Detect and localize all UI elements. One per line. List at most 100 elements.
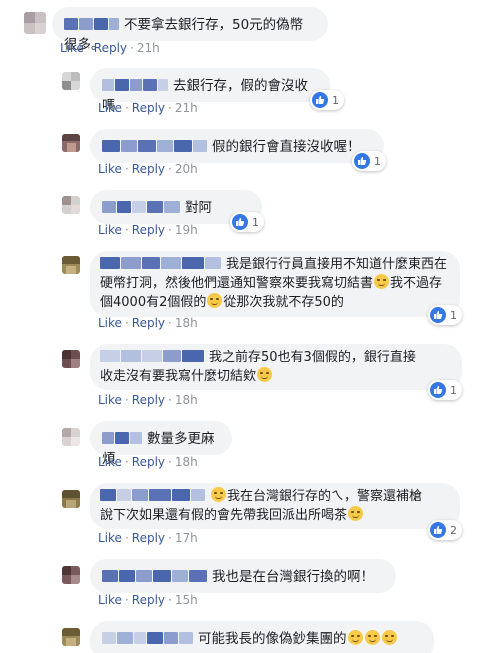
timestamp[interactable]: 15h bbox=[175, 593, 198, 607]
comment-bubble: 不要拿去銀行存，50元的偽幣很多。 bbox=[52, 7, 328, 53]
comment-bubble: 假的銀行會直接沒收喔！ bbox=[90, 129, 384, 163]
comment-text: 假的銀行會直接沒收喔！ bbox=[212, 139, 361, 155]
comment-text-line: 個4000有2個假的 bbox=[100, 295, 207, 310]
comment-text: 我也是在台灣銀行換的啊！ bbox=[212, 569, 374, 585]
commenter-name-blurred[interactable] bbox=[102, 568, 208, 582]
thumbs-up-icon bbox=[430, 522, 446, 538]
reaction-count: 1 bbox=[252, 215, 259, 229]
comment-bubble: 我是銀行行員直接用不知道什麼東西在 硬幣打洞，然後他們還通知警察來要我寫切結書 我… bbox=[90, 251, 460, 317]
comment-actions: Like · Reply · 15h bbox=[98, 593, 198, 607]
reply-link[interactable]: Reply bbox=[132, 593, 165, 607]
like-link[interactable]: Like bbox=[98, 393, 122, 407]
comment-actions: Like · Reply · 18h bbox=[98, 393, 198, 407]
comment-bubble: 去銀行存，假的會沒收嗎 bbox=[90, 68, 330, 114]
thumbs-up-icon bbox=[312, 92, 328, 108]
comment-text-line: 收走沒有要我寫什麼切結欸 bbox=[100, 369, 257, 384]
reaction-summary[interactable]: 1 bbox=[428, 305, 462, 325]
reply-link[interactable]: Reply bbox=[132, 455, 165, 469]
like-link[interactable]: Like bbox=[98, 101, 122, 115]
commenter-name-blurred[interactable] bbox=[102, 138, 208, 152]
comment-actions: Like · Reply · 17h bbox=[98, 531, 198, 545]
flushed-emoji-icon bbox=[257, 367, 273, 382]
reaction-count: 1 bbox=[374, 154, 381, 168]
comment-actions: Like · Reply · 21h bbox=[98, 101, 198, 115]
thumbs-up-icon bbox=[354, 153, 370, 169]
thumbs-up-icon bbox=[232, 214, 248, 230]
comment-text: 對阿 bbox=[185, 200, 212, 216]
reply-link[interactable]: Reply bbox=[132, 223, 165, 237]
comment-text-line: 說下次如果還有假的會先帶我回派出所喝茶 bbox=[100, 508, 348, 523]
timestamp[interactable]: 19h bbox=[175, 223, 198, 237]
grimacing-emoji-icon bbox=[348, 506, 364, 521]
reaction-count: 1 bbox=[450, 383, 457, 397]
comment-text-line: 從那次我就不存50的 bbox=[223, 295, 344, 310]
reaction-count: 2 bbox=[450, 523, 457, 537]
reply-link[interactable]: Reply bbox=[132, 162, 165, 176]
like-link[interactable]: Like bbox=[98, 162, 122, 176]
reaction-count: 1 bbox=[332, 93, 339, 107]
timestamp[interactable]: 21h bbox=[175, 101, 198, 115]
grinning-emoji-icon bbox=[364, 630, 380, 645]
commenter-name-blurred[interactable] bbox=[100, 256, 222, 269]
comment-actions: Like · Reply · 19h bbox=[98, 223, 198, 237]
grimacing-emoji-icon bbox=[374, 274, 390, 289]
thumbs-up-icon bbox=[430, 382, 446, 398]
commenter-name-blurred[interactable] bbox=[64, 16, 120, 30]
comment-actions: Like · Reply · 21h bbox=[60, 41, 160, 55]
reaction-summary[interactable]: 1 bbox=[230, 212, 264, 232]
timestamp[interactable]: 18h bbox=[175, 455, 198, 469]
grinning-emoji-icon bbox=[381, 630, 397, 645]
commenter-name-blurred[interactable] bbox=[100, 349, 205, 362]
commenter-name-blurred[interactable] bbox=[102, 77, 169, 91]
comment-text-line: 我之前存50也有3個假的，銀行直接 bbox=[209, 350, 416, 365]
commenter-name-blurred[interactable] bbox=[100, 488, 206, 501]
commenter-name-blurred[interactable] bbox=[102, 630, 194, 644]
comment-text: 可能我長的像偽鈔集團的 bbox=[198, 631, 347, 647]
timestamp[interactable]: 17h bbox=[175, 531, 198, 545]
avatar[interactable] bbox=[62, 428, 80, 446]
timestamp[interactable]: 20h bbox=[175, 162, 198, 176]
commenter-name-blurred[interactable] bbox=[102, 199, 181, 213]
avatar[interactable] bbox=[62, 566, 80, 584]
comment-bubble: 可能我長的像偽鈔集團的 bbox=[90, 621, 434, 653]
reaction-summary[interactable]: 1 bbox=[428, 380, 462, 400]
reply-link[interactable]: Reply bbox=[132, 393, 165, 407]
avatar[interactable] bbox=[62, 628, 80, 646]
avatar[interactable] bbox=[62, 490, 80, 508]
avatar[interactable] bbox=[62, 256, 80, 274]
like-link[interactable]: Like bbox=[98, 316, 122, 330]
comment-text-line: 我不過存 bbox=[390, 276, 443, 291]
avatar[interactable] bbox=[62, 350, 80, 368]
comment-bubble: 我之前存50也有3個假的，銀行直接 收走沒有要我寫什麼切結欸 bbox=[90, 344, 462, 390]
timestamp[interactable]: 18h bbox=[175, 393, 198, 407]
avatar[interactable] bbox=[62, 72, 80, 90]
like-link[interactable]: Like bbox=[98, 531, 122, 545]
comment-actions: Like · Reply · 18h bbox=[98, 316, 198, 330]
comment-text-line: 我是銀行行員直接用不知道什麼東西在 bbox=[226, 257, 448, 272]
avatar[interactable] bbox=[62, 196, 80, 214]
like-link[interactable]: Like bbox=[98, 223, 122, 237]
comment-actions: Like · Reply · 18h bbox=[98, 455, 198, 469]
avatar[interactable] bbox=[62, 134, 80, 152]
thumbs-up-icon bbox=[430, 307, 446, 323]
commenter-name-blurred[interactable] bbox=[102, 430, 143, 444]
comment-text-line: 硬幣打洞，然後他們還通知警察來要我寫切結書 bbox=[100, 276, 374, 291]
timestamp[interactable]: 18h bbox=[175, 316, 198, 330]
reply-link[interactable]: Reply bbox=[132, 101, 165, 115]
timestamp[interactable]: 21h bbox=[137, 41, 160, 55]
reaction-summary[interactable]: 1 bbox=[310, 90, 344, 110]
comment-bubble: 我也是在台灣銀行換的啊！ bbox=[90, 559, 396, 593]
reply-link[interactable]: Reply bbox=[132, 531, 165, 545]
comment-bubble: 數量多更麻煩 bbox=[90, 421, 232, 467]
grimacing-emoji-icon bbox=[207, 293, 223, 308]
reaction-summary[interactable]: 2 bbox=[428, 520, 462, 540]
like-link[interactable]: Like bbox=[98, 593, 122, 607]
comment-bubble: 我在台灣銀行存的ㄟ，警察還補槍 說下次如果還有假的會先帶我回派出所喝茶 bbox=[90, 483, 460, 529]
reply-link[interactable]: Reply bbox=[94, 41, 127, 55]
like-link[interactable]: Like bbox=[98, 455, 122, 469]
avatar[interactable] bbox=[24, 12, 46, 34]
grimacing-emoji-icon bbox=[211, 487, 226, 502]
reaction-summary[interactable]: 1 bbox=[352, 151, 386, 171]
like-link[interactable]: Like bbox=[60, 41, 84, 55]
reply-link[interactable]: Reply bbox=[132, 316, 165, 330]
